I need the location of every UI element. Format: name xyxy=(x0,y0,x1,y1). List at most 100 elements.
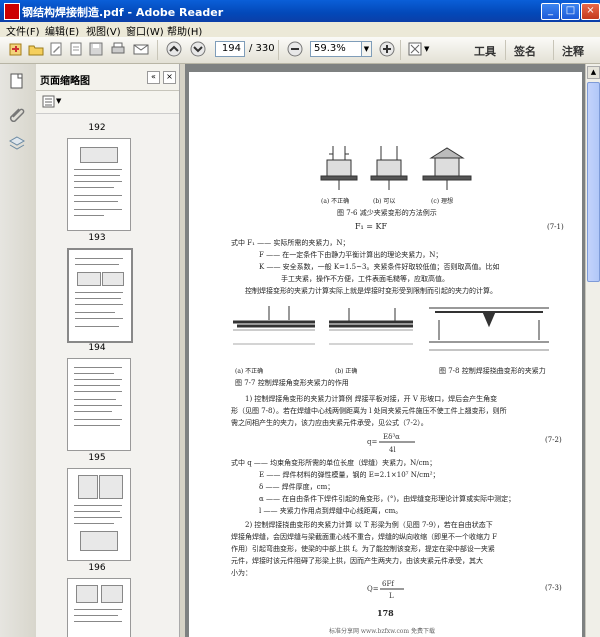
formula-3-graphic: Q=6Ff L xyxy=(367,580,404,600)
page-thumbnails-icon[interactable] xyxy=(8,72,26,90)
thumbnail-text-line xyxy=(74,405,122,406)
thumbnail-text-line xyxy=(75,298,121,299)
thumbnail-figure xyxy=(78,475,98,499)
minimize-button[interactable]: _ xyxy=(541,3,560,20)
comment-button[interactable]: 注释 xyxy=(562,43,584,59)
figure-7-6-caption: 图 7-6 减少夹紧变形的方法例示 xyxy=(337,209,437,217)
thumbnail-list: 192 193 194 195 196 xyxy=(36,114,179,637)
menu-file[interactable]: 文件(F) xyxy=(6,23,40,38)
panel-options-bar: ▼ xyxy=(36,91,179,114)
thumbnail-text-line xyxy=(75,318,123,319)
svg-text:L: L xyxy=(389,592,394,600)
thumbnail-label[interactable]: 193 xyxy=(82,233,112,243)
definition-line: 式中 F₁ —— 实际所需的夹紧力，N； xyxy=(231,239,350,247)
window-title: 钢结构焊接制造.pdf - Adobe Reader xyxy=(22,6,224,19)
thumbnail-page[interactable] xyxy=(67,138,131,231)
vertical-scrollbar[interactable]: ▲ xyxy=(585,64,600,637)
svg-text:6Ff: 6Ff xyxy=(382,580,395,588)
figure-7-6-sub-b: (b) 可以 xyxy=(373,198,396,205)
thumbnail-text-line xyxy=(74,419,122,420)
thumbnail-text-line xyxy=(74,379,122,380)
scroll-up-arrow[interactable]: ▲ xyxy=(587,66,600,79)
save-icon[interactable] xyxy=(88,41,104,57)
thumbnail-label[interactable]: 194 xyxy=(82,343,112,353)
zoom-out-icon[interactable] xyxy=(287,41,303,57)
thumbnail-figure xyxy=(99,475,123,499)
thumbnail-text-line xyxy=(75,326,119,327)
figure-7-7-7-8-drawing xyxy=(233,306,549,351)
thumbnail-figure xyxy=(102,272,124,286)
attachments-icon[interactable] xyxy=(8,104,26,122)
definition-line: F —— 在一定条件下由静力平衡计算出的理论夹紧力，N； xyxy=(259,251,443,259)
thumbnail-text-line xyxy=(74,209,122,210)
definition-line: l —— 夹紧力作用点到焊缝中心线距离，cm。 xyxy=(259,507,403,515)
previous-page-icon[interactable] xyxy=(166,41,182,57)
figure-7-6-sub-a: (a) 不正确 xyxy=(321,198,350,205)
toolbar: 194 / 330 59.3% ▼ ▼ 工具 签名 注释 xyxy=(0,37,600,64)
thumbnail-figure xyxy=(80,531,118,551)
edit-pdf-icon[interactable] xyxy=(48,41,64,57)
thumbnail-text-line xyxy=(74,425,120,426)
close-button[interactable]: × xyxy=(581,3,600,20)
create-pdf-icon[interactable] xyxy=(8,41,24,57)
collapse-panel-button[interactable]: « xyxy=(147,71,160,84)
thumbnail-text-line xyxy=(74,517,122,518)
thumbnail-text-line xyxy=(74,385,120,386)
thumbnail-text-line xyxy=(74,511,120,512)
menu-bar: 文件(F) 编辑(E) 视图(V) 窗口(W) 帮助(H) xyxy=(0,22,600,38)
svg-text:4l: 4l xyxy=(389,446,396,454)
definition-line: E —— 焊件材料的弹性模量，钢的 E=2.1×10⁷ N/cm²； xyxy=(259,471,440,479)
print-icon[interactable] xyxy=(110,41,126,57)
page-number: 178 xyxy=(377,608,394,618)
thumbnail-figure xyxy=(77,272,101,286)
thumbnail-label[interactable]: 192 xyxy=(82,123,112,133)
zoom-in-icon[interactable] xyxy=(379,41,395,57)
sign-document-icon[interactable] xyxy=(68,41,84,57)
formula-1-number: (7-1) xyxy=(547,223,564,231)
maximize-button[interactable]: □ xyxy=(561,3,580,20)
thumbnail-page[interactable] xyxy=(67,578,131,637)
thumbnail-panel: 页面缩略图 « × ▼ 192 193 194 195 196 xyxy=(36,64,179,637)
paragraph-line: 元件，焊接时该元件阻碍了形梁上拱，因而产生两夹力，由该夹紧元件承受，其大 xyxy=(231,557,483,565)
email-icon[interactable] xyxy=(133,41,149,57)
thumbnail-page[interactable] xyxy=(67,358,131,451)
figure-7-7-sub-b: (b) 正确 xyxy=(335,368,358,375)
definition-line: α —— 在自由条件下焊件引起的角变形，(°)，由焊缝变形理论计算或实际中测定； xyxy=(259,495,516,503)
thumbnail-text-line xyxy=(74,621,122,622)
menu-view[interactable]: 视图(V) xyxy=(86,23,121,38)
navigation-strip xyxy=(0,64,37,637)
next-page-icon[interactable] xyxy=(190,41,206,57)
options-icon[interactable] xyxy=(42,95,56,108)
thumbnail-text-line xyxy=(74,187,114,188)
menu-help[interactable]: 帮助(H) xyxy=(167,23,202,38)
thumbnail-page-current[interactable] xyxy=(67,248,133,343)
thumbnail-text-line xyxy=(74,391,122,392)
thumbnail-text-line xyxy=(74,373,114,374)
pdf-page: (a) 不正确 (b) 可以 (c) 理想 图 7-6 减少夹紧变形的方法例示 … xyxy=(189,72,582,637)
options-dropdown-icon[interactable]: ▼ xyxy=(56,97,61,105)
thumbnail-text-line xyxy=(75,304,123,305)
fit-page-icon[interactable] xyxy=(407,41,423,57)
document-viewer: (a) 不正确 (b) 可以 (c) 理想 图 7-6 减少夹紧变形的方法例示 … xyxy=(185,64,585,637)
zoom-level-input[interactable]: 59.3% xyxy=(310,41,362,57)
thumbnail-text-line xyxy=(74,201,118,202)
figure-7-8-caption: 图 7-8 控制焊接挠曲变形的夹紧力 xyxy=(439,367,546,375)
zoom-dropdown[interactable]: ▼ xyxy=(362,41,372,57)
thumbnail-text-line xyxy=(75,292,123,293)
toolbar-separator xyxy=(553,40,554,60)
panel-title: 页面缩略图 xyxy=(40,76,90,87)
layers-icon[interactable] xyxy=(8,134,26,152)
page-number-input[interactable]: 194 xyxy=(215,41,245,57)
fit-dropdown-icon[interactable]: ▼ xyxy=(424,45,440,61)
thumbnail-label[interactable]: 196 xyxy=(82,563,112,573)
menu-edit[interactable]: 编辑(E) xyxy=(45,23,79,38)
thumbnail-page[interactable] xyxy=(67,468,131,561)
scroll-thumb[interactable] xyxy=(587,82,600,282)
open-icon[interactable] xyxy=(28,41,44,57)
thumbnail-label[interactable]: 195 xyxy=(82,453,112,463)
menu-window[interactable]: 窗口(W) xyxy=(126,23,164,38)
tools-button[interactable]: 工具 xyxy=(474,43,496,59)
sign-button[interactable]: 签名 xyxy=(514,43,536,59)
close-panel-button[interactable]: × xyxy=(163,71,176,84)
thumbnail-text-line xyxy=(74,505,122,506)
